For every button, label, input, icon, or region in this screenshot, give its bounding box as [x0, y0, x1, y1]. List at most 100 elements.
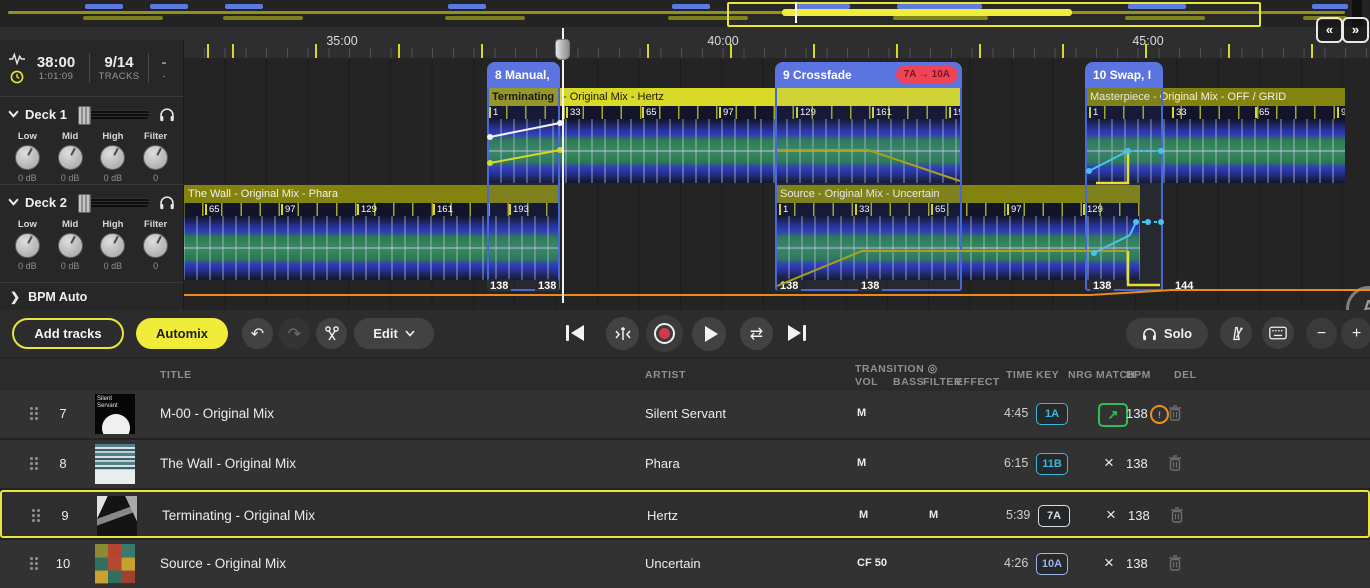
track-bpm: 138	[1126, 456, 1148, 471]
match-x-icon: ×	[1106, 505, 1116, 525]
redo-button[interactable]: ↷	[279, 318, 310, 349]
playhead-handle[interactable]	[555, 39, 570, 60]
drag-handle[interactable]	[32, 509, 41, 523]
metronome-button[interactable]	[1220, 317, 1252, 349]
track-title: M-00 - Original Mix	[160, 406, 274, 421]
album-art	[97, 496, 137, 536]
transition-box[interactable]: 9 Crossfade7A → 10A	[775, 62, 962, 291]
knob-dial[interactable]	[143, 145, 168, 170]
track-title: Source - Original Mix	[160, 556, 286, 571]
col-artist: ARTIST	[645, 369, 686, 381]
ruler-major-ticks	[183, 44, 1370, 58]
mix-overview-strip[interactable]	[0, 0, 1370, 28]
table-row[interactable]: 8The Wall - Original MixPharaM6:1511B×13…	[0, 440, 1370, 488]
delete-track-button[interactable]	[1170, 507, 1184, 523]
col-vol: VOL	[855, 376, 878, 388]
trash-icon	[1168, 405, 1182, 421]
add-tracks-button[interactable]: Add tracks	[12, 318, 124, 349]
knob-dial[interactable]	[100, 145, 125, 170]
loop-button[interactable]: ⇄	[740, 317, 773, 350]
minus-icon: −	[1317, 325, 1326, 343]
transition-visibility-icon[interactable]: ◎	[928, 363, 938, 375]
knob-dial[interactable]	[15, 145, 40, 170]
drag-handle[interactable]	[30, 407, 39, 421]
zoom-out-button[interactable]: −	[1306, 318, 1337, 349]
bpm-auto-section[interactable]: ❯ BPM Auto	[0, 283, 183, 310]
bpm-value-chip: 138	[1090, 279, 1114, 293]
slider-handle[interactable]	[78, 106, 91, 125]
transition-header[interactable]: 9 Crossfade7A → 10A	[775, 62, 962, 88]
elapsed-time: 38:00	[30, 54, 82, 71]
bpm-value-chip: 138	[858, 279, 882, 293]
seek-forward-button[interactable]: »	[1342, 17, 1369, 43]
delete-track-button[interactable]	[1168, 405, 1182, 421]
skip-to-start-button[interactable]	[566, 325, 584, 341]
deck-2-header[interactable]: Deck 2	[0, 185, 183, 215]
timeline-ruler[interactable]: « » 35:0040:0045:00	[0, 27, 1370, 58]
table-row[interactable]: 10Source - Original MixUncertainCF 504:2…	[0, 540, 1370, 588]
row-number: 10	[52, 556, 74, 571]
knob-dial[interactable]	[100, 233, 125, 258]
transition-box[interactable]: 10 Swap, I	[1085, 62, 1163, 291]
drag-handle[interactable]	[30, 457, 39, 471]
overview-viewport[interactable]	[727, 2, 1261, 27]
bpm-value-chip: 138	[487, 279, 511, 293]
transition-box[interactable]: 8 Manual,	[487, 62, 560, 291]
col-effect: EFFECT	[956, 376, 1000, 388]
headphones-icon[interactable]	[159, 195, 175, 210]
split-button[interactable]	[316, 318, 347, 349]
album-art	[95, 444, 135, 484]
beat-number: 65	[205, 204, 220, 215]
table-row[interactable]: 9Terminating - Original MixHertzMM5:397A…	[0, 490, 1370, 538]
edit-dropdown[interactable]: Edit	[354, 318, 434, 349]
key-badge: 1A	[1036, 403, 1068, 425]
deck-volume-slider[interactable]	[77, 198, 149, 207]
knob-dial[interactable]	[58, 233, 83, 258]
beat-number: 65	[1255, 107, 1270, 118]
knob-dial[interactable]	[143, 233, 168, 258]
knob-label: Low	[18, 131, 37, 142]
deck-volume-slider[interactable]	[77, 110, 149, 119]
beat-number: 33	[566, 107, 581, 118]
transition-header[interactable]: 10 Swap, I	[1085, 62, 1163, 88]
knob-dial[interactable]	[58, 145, 83, 170]
jump-to-transition-button[interactable]	[606, 317, 639, 350]
table-row[interactable]: 7Silent ServantM-00 - Original MixSilent…	[0, 390, 1370, 438]
ruler-time-label: 40:00	[707, 34, 738, 48]
solo-button[interactable]: Solo	[1126, 318, 1208, 349]
zoom-in-button[interactable]: +	[1341, 318, 1370, 349]
col-bpm: BPM	[1126, 369, 1151, 381]
col-key: KEY	[1036, 369, 1059, 381]
headphones-icon[interactable]	[159, 107, 175, 122]
delete-track-button[interactable]	[1168, 455, 1182, 471]
deck-label: Deck 1	[25, 107, 67, 122]
knob-dial[interactable]	[15, 233, 40, 258]
record-button[interactable]	[646, 315, 683, 352]
track-bpm: 138	[1128, 508, 1150, 523]
knob-value: 0 dB	[61, 173, 80, 183]
overview-transition-segment	[672, 4, 710, 9]
slider-handle[interactable]	[78, 194, 91, 213]
track-bpm: 138	[1126, 406, 1148, 421]
play-button[interactable]	[692, 317, 726, 351]
beat-number: 97	[1337, 107, 1345, 118]
row-number: 7	[52, 406, 74, 421]
seek-backward-button[interactable]: «	[1316, 17, 1343, 43]
track-time: 5:39	[1006, 508, 1030, 522]
automix-button[interactable]: Automix	[136, 318, 228, 349]
plus-icon: +	[1352, 325, 1361, 343]
beat-number: 97	[281, 204, 296, 215]
knob-filter: Filter0	[138, 131, 174, 183]
transition-header[interactable]: 8 Manual,	[487, 62, 560, 88]
skip-to-end-button[interactable]	[788, 325, 806, 341]
eq-knob-row: Low0 dBMid0 dBHigh0 dBFilter0	[0, 127, 183, 183]
delete-track-button[interactable]	[1168, 555, 1182, 571]
mixer-panel: 38:00 1:01:09 9/14 TRACKS - - Deck 1Low0…	[0, 40, 184, 310]
drag-handle[interactable]	[30, 557, 39, 571]
deck-1-header[interactable]: Deck 1	[0, 97, 183, 127]
undo-button[interactable]: ↶	[242, 318, 273, 349]
timeline[interactable]: 1336597129161193133659765971291611931336…	[0, 58, 1370, 310]
knob-mid: Mid0 dB	[52, 131, 88, 183]
keyboard-shortcuts-button[interactable]	[1262, 317, 1294, 349]
loop-icon: ⇄	[750, 324, 763, 344]
